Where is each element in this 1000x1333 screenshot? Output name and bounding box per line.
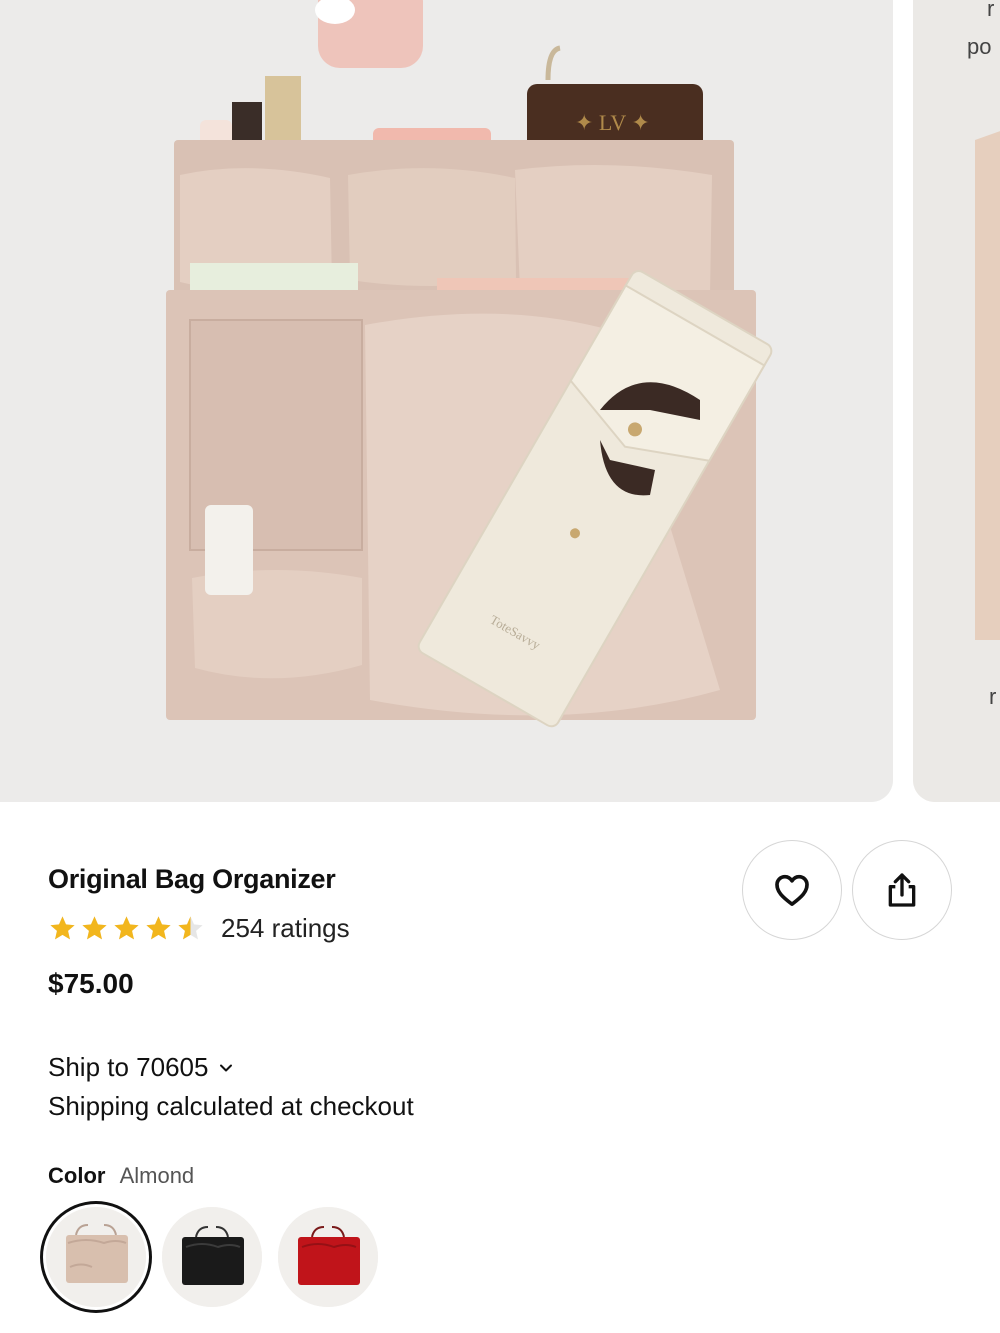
swatch-fill [298, 1237, 360, 1285]
star-rating [48, 914, 205, 943]
shipping-note: Shipping calculated at checkout [48, 1091, 414, 1121]
ratings-count[interactable]: 254 ratings [221, 913, 350, 944]
next-product-photo-peek[interactable]: r po r [913, 0, 1000, 802]
favorite-button[interactable] [742, 840, 842, 940]
almond-organizer-thumbnail [46, 1207, 146, 1307]
color-swatch-almond[interactable] [46, 1207, 146, 1307]
ship-to-selector[interactable]: Ship to 70605 [48, 1052, 234, 1083]
product-price: $75.00 [48, 968, 134, 999]
rating-summary[interactable]: 254 ratings [48, 910, 350, 946]
share-icon [888, 873, 916, 907]
ship-to-label: Ship to 70605 [48, 1052, 209, 1082]
bag-organizer-photo: ✦ LV ✦ ToteSavvy [0, 0, 893, 802]
swatch-fill [66, 1235, 128, 1283]
color-label: Color [48, 1163, 106, 1188]
black-organizer-thumbnail [162, 1207, 262, 1307]
swatch-fill [182, 1237, 244, 1285]
heart-icon [775, 874, 809, 906]
next-photo-text-1: r [987, 0, 995, 21]
star-icon [146, 915, 171, 939]
star-icon [178, 915, 203, 939]
red-organizer-thumbnail [278, 1207, 378, 1307]
share-button[interactable] [852, 840, 952, 940]
next-photo-text-2: po [967, 34, 992, 59]
product-photo-main[interactable]: ✦ LV ✦ ToteSavvy [0, 0, 893, 802]
color-swatch-red[interactable] [278, 1207, 378, 1307]
star-icon [114, 915, 139, 939]
svg-text:✦ LV ✦: ✦ LV ✦ [575, 110, 650, 135]
next-photo-thumbnail [913, 0, 1000, 802]
product-image-carousel[interactable]: ✦ LV ✦ ToteSavvy r po r [0, 0, 1000, 802]
chevron-down-icon [220, 1064, 233, 1071]
color-swatch-black[interactable] [162, 1207, 262, 1307]
star-icon [50, 915, 75, 939]
selected-color-name: Almond [119, 1163, 195, 1188]
next-photo-text-3: r [989, 684, 997, 709]
color-selection-label: Color Almond [48, 1163, 194, 1189]
star-icon [82, 915, 107, 939]
product-title: Original Bag Organizer [48, 864, 336, 894]
